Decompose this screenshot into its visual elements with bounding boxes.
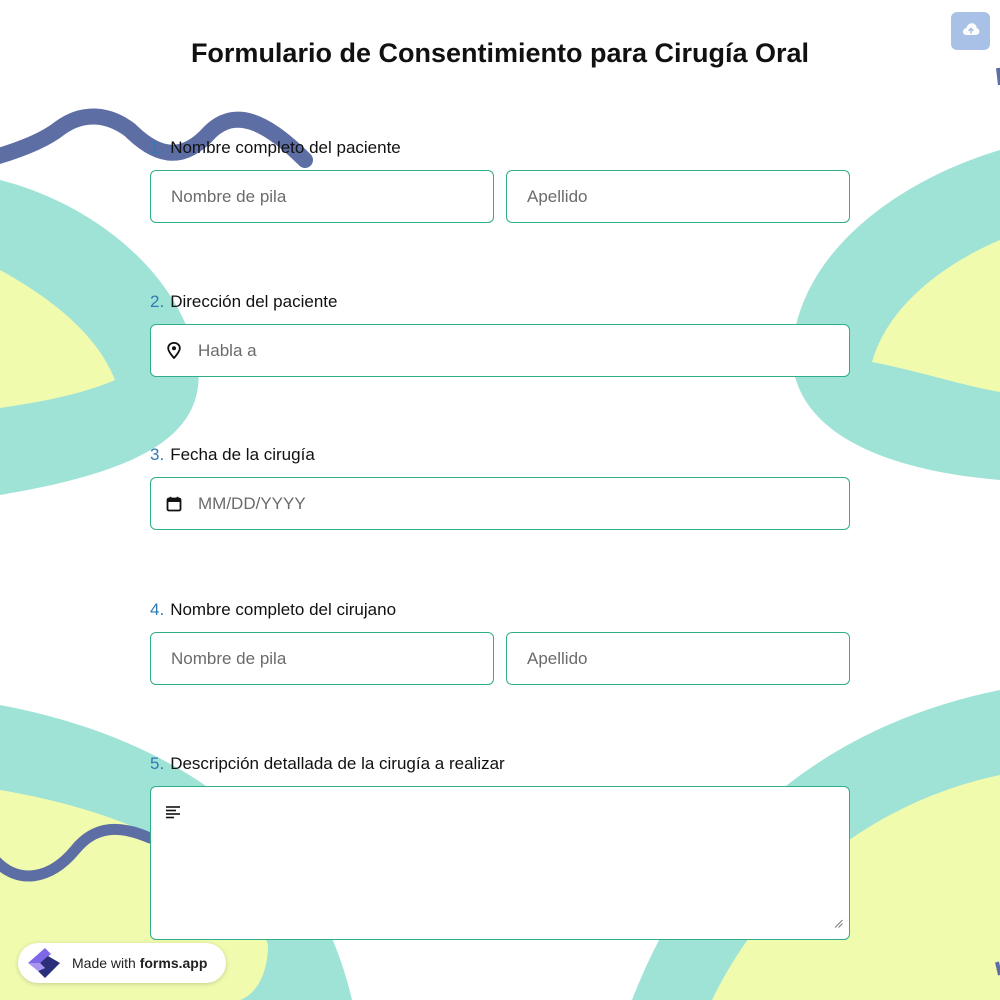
resize-handle[interactable] bbox=[834, 915, 843, 933]
question-patient-address: 2. Dirección del paciente Habla a bbox=[150, 290, 850, 377]
input-placeholder: MM/DD/YYYY bbox=[198, 493, 306, 513]
question-number: 1. bbox=[150, 138, 165, 157]
question-number: 5. bbox=[150, 754, 165, 773]
question-patient-name: 1. Nombre completo del paciente Nombre de… bbox=[150, 136, 850, 223]
forms-app-logo bbox=[25, 946, 65, 980]
upload-button[interactable] bbox=[951, 12, 990, 50]
question-number: 4. bbox=[150, 600, 165, 619]
question-text: Dirección del paciente bbox=[170, 292, 338, 311]
question-label: 2. Dirección del paciente bbox=[150, 290, 850, 314]
surgery-date-input[interactable]: MM/DD/YYYY bbox=[150, 477, 850, 530]
input-placeholder: Habla a bbox=[198, 340, 257, 360]
surgery-description-textarea[interactable] bbox=[150, 786, 850, 940]
made-with-forms-app-badge[interactable]: Made with forms.app bbox=[18, 943, 226, 983]
question-text: Nombre completo del cirujano bbox=[170, 600, 397, 619]
input-placeholder: Apellido bbox=[527, 648, 588, 668]
question-label: 3. Fecha de la cirugía bbox=[150, 443, 850, 467]
badge-prefix: Made with bbox=[72, 955, 140, 971]
question-number: 3. bbox=[150, 445, 165, 464]
patient-address-input[interactable]: Habla a bbox=[150, 324, 850, 377]
question-label: 5. Descripción detallada de la cirugía a … bbox=[150, 752, 850, 776]
badge-brand: forms.app bbox=[139, 955, 208, 971]
input-placeholder: Nombre de pila bbox=[171, 648, 287, 668]
question-number: 2. bbox=[150, 292, 165, 311]
surgeon-last-name-input[interactable]: Apellido bbox=[506, 632, 850, 685]
question-text: Nombre completo del paciente bbox=[170, 138, 401, 157]
question-text: Descripción detallada de la cirugía a re… bbox=[170, 754, 505, 773]
input-placeholder: Apellido bbox=[527, 186, 588, 206]
cloud-upload-icon bbox=[962, 22, 980, 41]
surgeon-first-name-input[interactable]: Nombre de pila bbox=[150, 632, 494, 685]
input-placeholder: Nombre de pila bbox=[171, 186, 287, 206]
question-surgeon-name: 4. Nombre completo del cirujano Nombre de… bbox=[150, 598, 850, 685]
patient-last-name-input[interactable]: Apellido bbox=[506, 170, 850, 223]
patient-first-name-input[interactable]: Nombre de pila bbox=[150, 170, 494, 223]
question-text: Fecha de la cirugía bbox=[170, 445, 315, 464]
question-label: 1. Nombre completo del paciente bbox=[150, 136, 850, 160]
question-surgery-date: 3. Fecha de la cirugía MM/DD/YYYY bbox=[150, 443, 850, 530]
calendar-icon bbox=[165, 495, 183, 513]
text-align-icon bbox=[165, 805, 181, 824]
page-title: Formulario de Consentimiento para Cirugí… bbox=[190, 38, 810, 68]
question-label: 4. Nombre completo del cirujano bbox=[150, 598, 850, 622]
map-pin-icon bbox=[165, 342, 183, 360]
question-surgery-description: 5. Descripción detallada de la cirugía a … bbox=[150, 752, 850, 940]
